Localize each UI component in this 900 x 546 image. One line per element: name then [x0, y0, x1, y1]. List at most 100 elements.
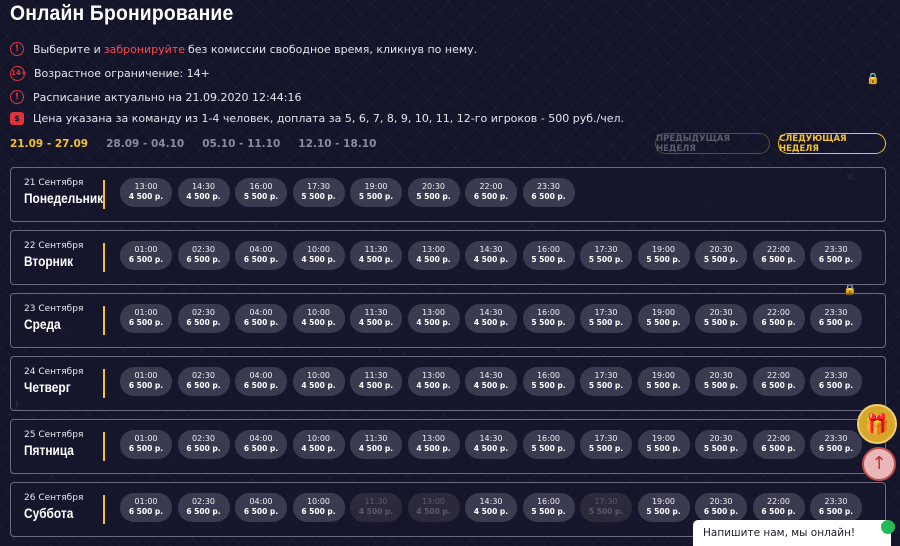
- time-slot[interactable]: 16:00 5 500 р.: [522, 241, 575, 270]
- time-slot[interactable]: 02:30 6 500 р.: [177, 241, 230, 270]
- time-slot[interactable]: 04:00 6 500 р.: [235, 430, 287, 459]
- time-slot[interactable]: 14:30 4 500 р.: [465, 493, 517, 522]
- time-slot[interactable]: 20:30 5 500 р.: [695, 304, 747, 333]
- time-slot[interactable]: 02:30 6 500 р.: [177, 367, 230, 396]
- slot-price: 5 500 р.: [703, 255, 739, 264]
- time-slot[interactable]: 14:30 4 500 р.: [465, 430, 517, 459]
- slot-price: 5 500 р.: [416, 192, 451, 201]
- time-slot[interactable]: 22:00 6 500 р.: [752, 493, 805, 522]
- time-slot[interactable]: 16:00 5 500 р.: [522, 367, 575, 396]
- time-slot[interactable]: 13:00 4 500 р.: [120, 178, 172, 207]
- time-slot[interactable]: 04:00 6 500 р.: [235, 304, 287, 333]
- time-slot[interactable]: 10:00 4 500 р.: [292, 430, 345, 459]
- chat-label: Напишите нам, мы онлайн!: [703, 527, 856, 539]
- time-slot[interactable]: 19:00 5 500 р.: [637, 430, 690, 459]
- time-slot[interactable]: 01:00 6 500 р.: [120, 241, 172, 270]
- time-slot[interactable]: 20:30 5 500 р.: [695, 430, 747, 459]
- slot-list: 01:00 6 500 р. 02:30 6 500 р. 04:00 6 500 р. 1…: [120, 430, 868, 459]
- scroll-up-button[interactable]: ↑: [862, 447, 896, 481]
- time-slot[interactable]: 20:30 6 500 р.: [695, 493, 747, 522]
- slot-time: 02:30: [191, 308, 216, 317]
- time-slot[interactable]: 14:30 4 500 р.: [177, 178, 230, 207]
- slot-time: 01:00: [134, 434, 158, 443]
- time-slot[interactable]: 04:00 6 500 р.: [235, 241, 287, 270]
- time-slot[interactable]: 17:30 5 500 р.: [580, 430, 632, 459]
- time-slot[interactable]: 04:00 6 500 р.: [235, 367, 287, 396]
- time-slot[interactable]: 16:00 5 500 р.: [522, 493, 575, 522]
- time-slot[interactable]: 19:00 5 500 р.: [637, 493, 690, 522]
- slot-time: 19:00: [364, 182, 388, 191]
- time-slot[interactable]: 02:30 6 500 р.: [177, 304, 230, 333]
- time-slot[interactable]: 10:00 4 500 р.: [292, 304, 345, 333]
- day-row: 21 Сентября Понедельник 13:00 4 500 р. 14:30…: [10, 167, 886, 222]
- time-slot[interactable]: 16:00 5 500 р.: [522, 430, 575, 459]
- time-slot[interactable]: 01:00 6 500 р.: [120, 430, 172, 459]
- time-slot[interactable]: 11:30 4 500 р.: [350, 304, 402, 333]
- time-slot[interactable]: 01:00 6 500 р.: [120, 493, 172, 522]
- week-tab[interactable]: 21.09 - 27.09: [10, 138, 88, 150]
- day-divider: [103, 243, 105, 272]
- time-slot[interactable]: 22:00 6 500 р.: [465, 178, 517, 207]
- time-slot[interactable]: 23:30 6 500 р.: [810, 304, 862, 333]
- time-slot[interactable]: 22:00 6 500 р.: [752, 367, 805, 396]
- time-slot[interactable]: 23:30 6 500 р.: [522, 178, 575, 207]
- time-slot[interactable]: 19:00 5 500 р.: [637, 367, 690, 396]
- time-slot[interactable]: 19:00 5 500 р.: [637, 241, 690, 270]
- book-link[interactable]: забронируйте: [104, 43, 185, 56]
- time-slot[interactable]: 20:30 5 500 р.: [695, 241, 747, 270]
- time-slot[interactable]: 19:00 5 500 р.: [350, 178, 402, 207]
- time-slot-booked: 11:30 4 500 р.: [350, 493, 402, 522]
- time-slot[interactable]: 23:30 6 500 р.: [810, 241, 862, 270]
- time-slot[interactable]: 22:00 6 500 р.: [752, 241, 805, 270]
- time-slot[interactable]: 10:00 4 500 р.: [292, 241, 345, 270]
- time-slot[interactable]: 14:30 4 500 р.: [465, 367, 517, 396]
- time-slot[interactable]: 22:00 6 500 р.: [752, 304, 805, 333]
- slot-price: 5 500 р.: [646, 255, 681, 264]
- week-tab[interactable]: 28.09 - 04.10: [106, 138, 184, 150]
- slot-price: 4 500 р.: [358, 444, 394, 453]
- chat-widget[interactable]: Напишите нам, мы онлайн!: [693, 520, 895, 546]
- week-tab[interactable]: 12.10 - 18.10: [298, 138, 376, 150]
- slot-time: 13:00: [421, 308, 446, 317]
- slot-time: 23:30: [824, 308, 848, 317]
- slot-price: 6 500 р.: [128, 507, 164, 516]
- time-slot[interactable]: 17:30 5 500 р.: [580, 367, 632, 396]
- slot-time: 20:30: [709, 371, 733, 380]
- time-slot[interactable]: 13:00 4 500 р.: [407, 304, 460, 333]
- slot-time: 22:00: [766, 434, 791, 443]
- time-slot[interactable]: 14:30 4 500 р.: [465, 304, 517, 333]
- time-slot[interactable]: 23:30 6 500 р.: [810, 493, 862, 522]
- time-slot[interactable]: 11:30 4 500 р.: [350, 241, 402, 270]
- time-slot[interactable]: 20:30 5 500 р.: [695, 367, 747, 396]
- time-slot[interactable]: 11:30 4 500 р.: [350, 430, 402, 459]
- time-slot[interactable]: 22:00 6 500 р.: [752, 430, 805, 459]
- time-slot[interactable]: 13:00 4 500 р.: [407, 241, 460, 270]
- slot-price: 5 500 р.: [531, 444, 566, 453]
- time-slot[interactable]: 20:30 5 500 р.: [407, 178, 460, 207]
- time-slot[interactable]: 10:00 4 500 р.: [292, 367, 345, 396]
- time-slot[interactable]: 23:30 6 500 р.: [810, 430, 862, 459]
- time-slot[interactable]: 01:00 6 500 р.: [120, 304, 172, 333]
- week-tab[interactable]: 05.10 - 11.10: [202, 138, 280, 150]
- time-slot[interactable]: 13:00 4 500 р.: [407, 367, 460, 396]
- next-week-button[interactable]: Следующая неделя: [778, 133, 886, 154]
- time-slot[interactable]: 13:00 4 500 р.: [407, 430, 460, 459]
- time-slot[interactable]: 17:30 5 500 р.: [580, 241, 632, 270]
- time-slot[interactable]: 14:30 4 500 р.: [465, 241, 517, 270]
- time-slot[interactable]: 10:00 6 500 р.: [292, 493, 345, 522]
- slot-time: 19:00: [651, 497, 676, 506]
- time-slot[interactable]: 11:30 4 500 р.: [350, 367, 402, 396]
- time-slot[interactable]: 17:30 5 500 р.: [292, 178, 345, 207]
- time-slot[interactable]: 02:30 6 500 р.: [177, 493, 230, 522]
- prev-week-button[interactable]: Предыдущая неделя: [655, 133, 770, 154]
- time-slot[interactable]: 16:00 5 500 р.: [235, 178, 287, 207]
- time-slot[interactable]: 19:00 5 500 р.: [637, 304, 690, 333]
- slot-time: 23:30: [824, 497, 848, 506]
- time-slot[interactable]: 01:00 6 500 р.: [120, 367, 172, 396]
- gift-icon[interactable]: 🎁: [857, 404, 897, 444]
- time-slot[interactable]: 04:00 6 500 р.: [235, 493, 287, 522]
- time-slot[interactable]: 16:00 5 500 р.: [522, 304, 575, 333]
- time-slot[interactable]: 23:30 6 500 р.: [810, 367, 862, 396]
- time-slot[interactable]: 17:30 5 500 р.: [580, 304, 632, 333]
- time-slot[interactable]: 02:30 6 500 р.: [177, 430, 230, 459]
